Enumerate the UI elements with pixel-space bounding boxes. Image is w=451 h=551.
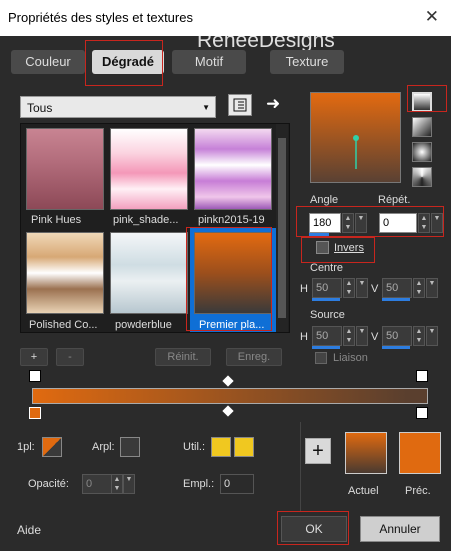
highlight-angle-repeat xyxy=(296,206,444,237)
angle-handle-icon[interactable] xyxy=(311,93,402,184)
source-v-slider[interactable] xyxy=(382,346,410,349)
highlight-linear-style xyxy=(407,85,447,112)
chevron-down-icon: ▼ xyxy=(202,103,210,112)
link-checkbox[interactable] xyxy=(315,352,327,364)
highlight-ok xyxy=(277,511,349,545)
highlight-degrade xyxy=(85,40,163,86)
arpl-label: Arpl: xyxy=(92,441,115,453)
location-input[interactable]: 0 xyxy=(220,474,254,494)
color-stop-start-icon[interactable] xyxy=(29,407,41,419)
opacity-label: Opacité: xyxy=(28,478,69,490)
remove-stop-button[interactable]: - xyxy=(56,348,84,366)
centre-h-input[interactable]: 50 xyxy=(312,278,342,298)
list-view-button[interactable] xyxy=(228,94,252,116)
scrollbar[interactable] xyxy=(276,124,288,332)
add-to-swatches-button[interactable]: + xyxy=(305,438,331,464)
divider xyxy=(300,422,301,512)
centre-v-stepper[interactable]: ▲ ▼ xyxy=(413,278,425,298)
foreground-swatch-button[interactable] xyxy=(42,437,62,457)
color-stop-end-icon[interactable] xyxy=(416,407,428,419)
centre-v-input[interactable]: 50 xyxy=(382,278,412,298)
source-h-label: H xyxy=(300,331,308,343)
scrollbar-thumb[interactable] xyxy=(278,138,286,318)
help-link[interactable]: Aide xyxy=(17,523,41,537)
opacity-dropdown-icon[interactable]: ▼ xyxy=(123,474,135,494)
radial-style-button[interactable] xyxy=(412,167,432,187)
previous-gradient-swatch[interactable] xyxy=(399,432,441,474)
previous-label: Préc. xyxy=(405,485,431,497)
color-midpoint-icon[interactable] xyxy=(222,405,234,417)
gradient-thumb-pinkn2015[interactable] xyxy=(194,128,272,210)
user-color-swatch-button[interactable] xyxy=(211,437,231,457)
category-value: Tous xyxy=(27,101,53,115)
centre-label: Centre xyxy=(310,262,344,274)
gradient-editor-bar[interactable] xyxy=(32,388,428,404)
source-h-input[interactable]: 50 xyxy=(312,326,342,346)
angle-label: Angle xyxy=(310,194,339,206)
gradient-label: Pink Hues xyxy=(31,214,82,226)
cancel-button[interactable]: Annuler xyxy=(360,516,440,542)
current-label: Actuel xyxy=(348,485,379,497)
source-h-dropdown-icon[interactable]: ▼ xyxy=(356,326,368,346)
arrow-right-icon[interactable]: ➜ xyxy=(266,94,280,114)
centre-h-stepper[interactable]: ▲ ▼ xyxy=(343,278,355,298)
save-gradient-button[interactable]: Enreg. xyxy=(226,348,282,366)
gradient-label: powderblue xyxy=(115,319,172,331)
link-label: Liaison xyxy=(333,352,368,364)
sunburst-style-button[interactable] xyxy=(412,142,432,162)
opacity-midpoint-icon[interactable] xyxy=(222,375,234,387)
gradient-thumb-pink-hues[interactable] xyxy=(26,128,104,210)
gradient-label: pinkn2015-19 xyxy=(198,214,265,226)
tab-couleur[interactable]: Couleur xyxy=(11,50,85,74)
list-view-icon xyxy=(233,98,247,112)
opacity-stop-end-icon[interactable] xyxy=(416,370,428,382)
opl-label: 1pl: xyxy=(17,441,35,453)
current-gradient-swatch[interactable] xyxy=(345,432,387,474)
gradient-thumb-polished[interactable] xyxy=(26,232,104,314)
opacity-stop-start-icon[interactable] xyxy=(29,370,41,382)
opacity-stepper[interactable]: ▲ ▼ xyxy=(111,474,123,494)
source-v-dropdown-icon[interactable]: ▼ xyxy=(426,326,438,346)
source-v-input[interactable]: 50 xyxy=(382,326,412,346)
user-color-swatch-button-2[interactable] xyxy=(234,437,254,457)
centre-h-label: H xyxy=(300,283,308,295)
source-h-stepper[interactable]: ▲ ▼ xyxy=(343,326,355,346)
gradient-label: pink_shade... xyxy=(113,214,179,226)
gradient-thumb-powderblue[interactable] xyxy=(110,232,188,314)
reset-button[interactable]: Réinit. xyxy=(155,348,211,366)
gradient-label: Polished Co... xyxy=(29,319,98,331)
centre-v-dropdown-icon[interactable]: ▼ xyxy=(426,278,438,298)
add-stop-button[interactable]: + xyxy=(20,348,48,366)
background-swatch-button[interactable] xyxy=(120,437,140,457)
tab-bar: ReneeDesigns Couleur Dégradé Motif Textu… xyxy=(0,29,451,80)
centre-v-slider[interactable] xyxy=(382,298,410,301)
source-label: Source xyxy=(310,309,345,321)
rectangular-style-button[interactable] xyxy=(412,117,432,137)
tab-texture[interactable]: Texture xyxy=(270,50,344,74)
source-h-slider[interactable] xyxy=(312,346,340,349)
opacity-input[interactable]: 0 xyxy=(82,474,112,494)
empl-label: Empl.: xyxy=(183,478,215,490)
close-icon[interactable]: ✕ xyxy=(425,7,439,27)
repeat-label: Répét. xyxy=(378,194,411,206)
centre-v-label: V xyxy=(371,283,379,295)
util-label: Util.: xyxy=(183,441,205,453)
category-dropdown[interactable]: Tous ▼ xyxy=(20,96,216,118)
highlight-invert xyxy=(301,237,375,263)
tab-motif[interactable]: Motif xyxy=(172,50,246,74)
source-v-stepper[interactable]: ▲ ▼ xyxy=(413,326,425,346)
window-title: Propriétés des styles et textures xyxy=(8,10,193,25)
source-v-label: V xyxy=(371,331,379,343)
centre-h-dropdown-icon[interactable]: ▼ xyxy=(356,278,368,298)
highlight-thumbnail xyxy=(186,227,272,331)
gradient-thumb-pink-shade[interactable] xyxy=(110,128,188,210)
centre-h-slider[interactable] xyxy=(312,298,340,301)
gradient-preview[interactable] xyxy=(310,92,401,183)
